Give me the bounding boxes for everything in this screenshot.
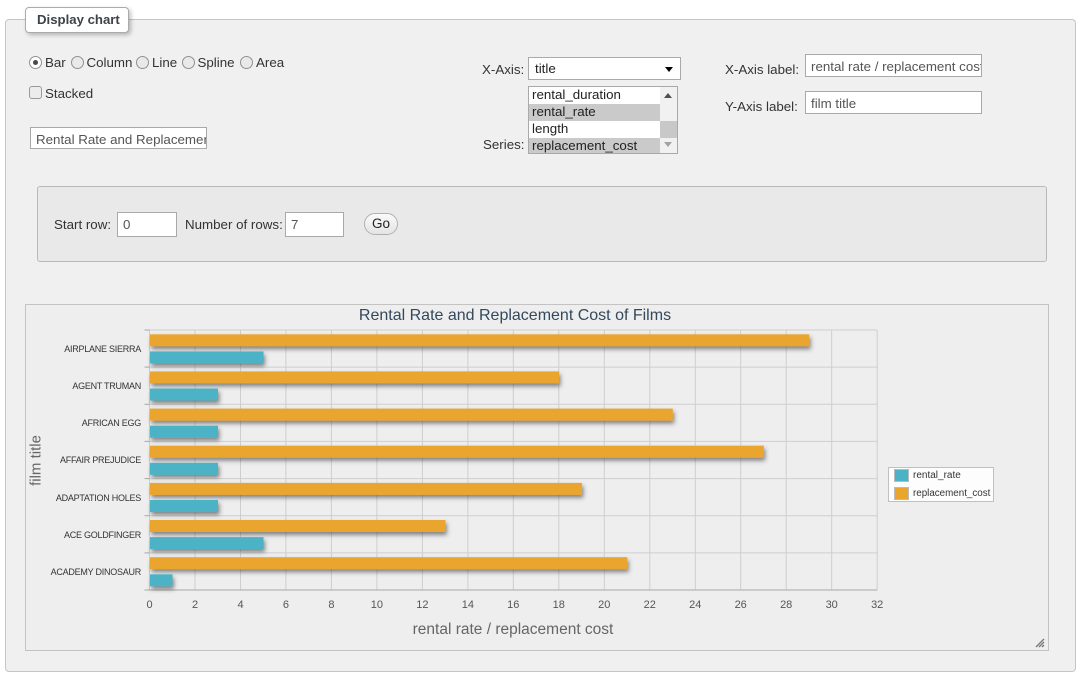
svg-text:film title: film title bbox=[28, 435, 45, 486]
